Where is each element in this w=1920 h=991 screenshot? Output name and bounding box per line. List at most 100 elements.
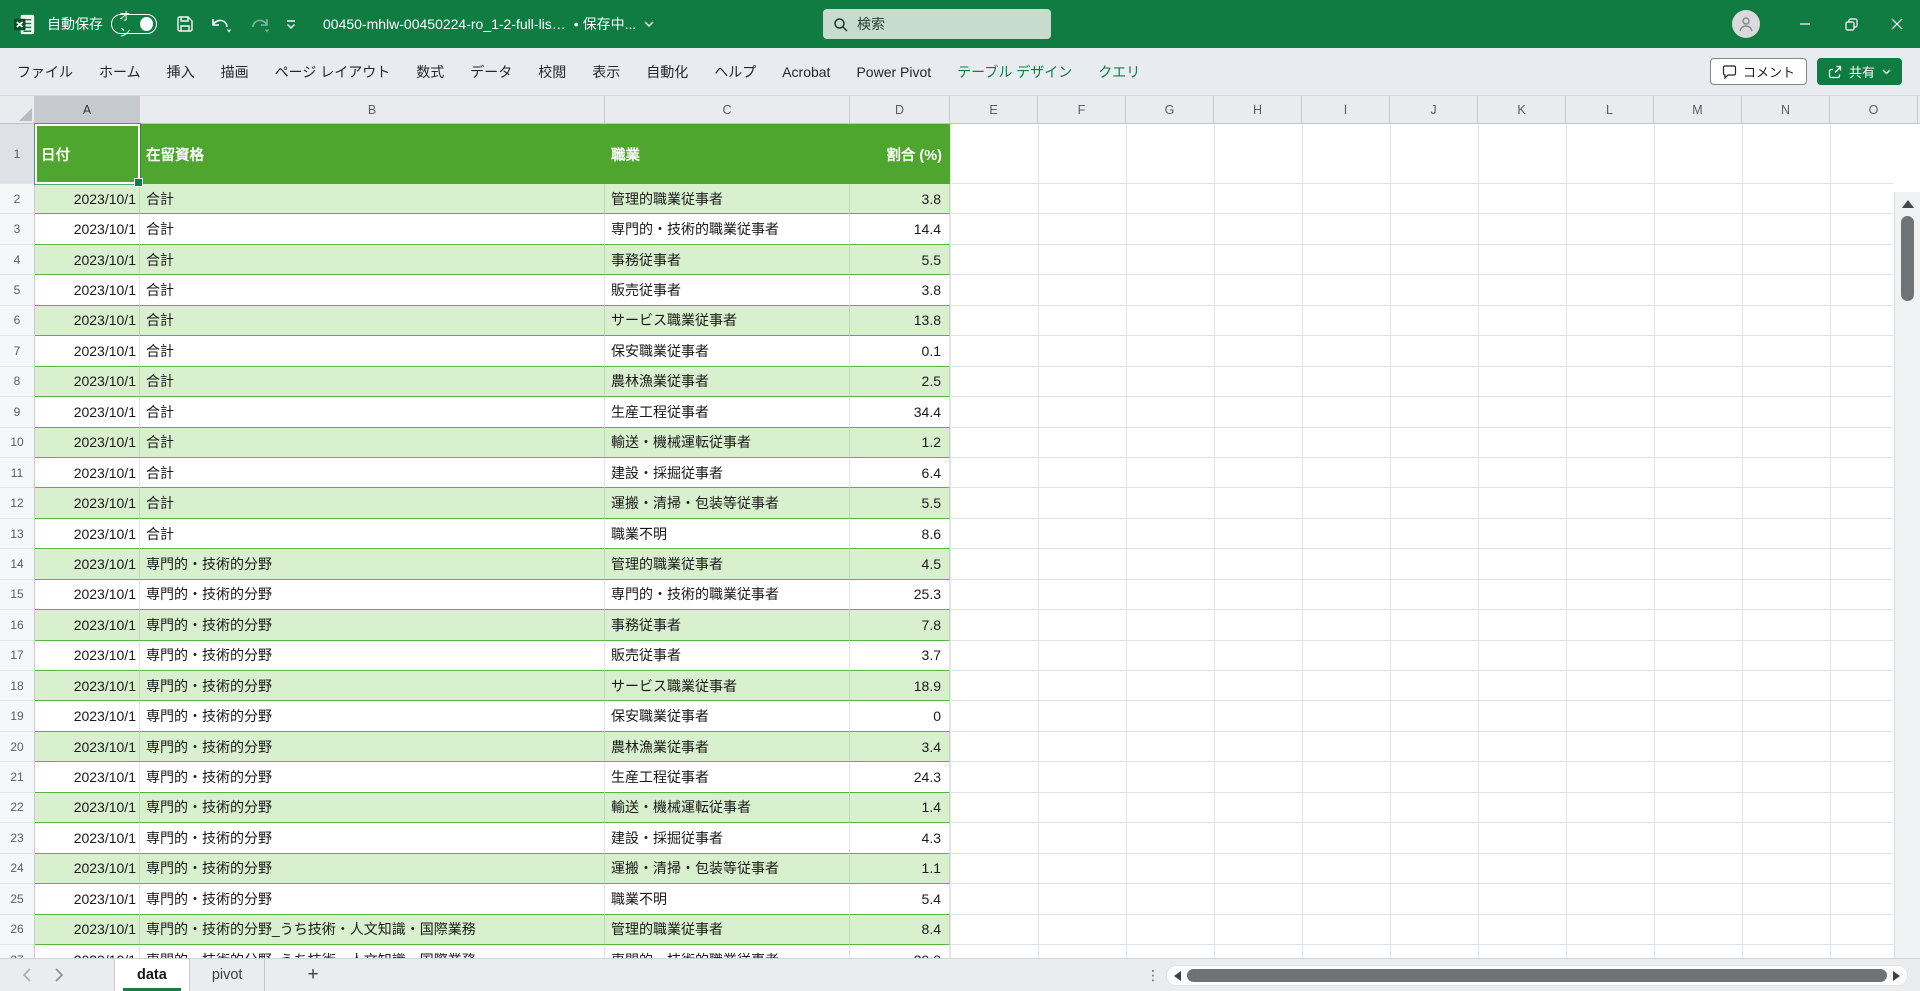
ribbon-tab-ヘルプ[interactable]: ヘルプ bbox=[701, 55, 769, 89]
row-header-12[interactable]: 12 bbox=[0, 488, 35, 518]
cell-percent[interactable]: 13.8 bbox=[850, 306, 950, 336]
search-input[interactable] bbox=[857, 16, 1027, 32]
cell-date[interactable]: 2023/10/1 bbox=[35, 519, 140, 549]
redo-button[interactable] bbox=[247, 15, 271, 33]
ribbon-tab-データ[interactable]: データ bbox=[457, 55, 525, 89]
cell-date[interactable]: 2023/10/1 bbox=[35, 762, 140, 792]
cell-residence-status[interactable]: 専門的・技術的分野 bbox=[140, 580, 605, 610]
comments-button[interactable]: コメント bbox=[1710, 58, 1807, 85]
cell-date[interactable]: 2023/10/1 bbox=[35, 397, 140, 427]
search-box[interactable] bbox=[823, 9, 1051, 39]
cell-residence-status[interactable]: 合計 bbox=[140, 488, 605, 518]
cell-residence-status[interactable]: 専門的・技術的分野 bbox=[140, 641, 605, 671]
cell-occupation[interactable]: 管理的職業従事者 bbox=[605, 549, 850, 579]
cell-date[interactable]: 2023/10/1 bbox=[35, 336, 140, 366]
cell-residence-status[interactable]: 合計 bbox=[140, 397, 605, 427]
empty-cells[interactable] bbox=[950, 915, 1893, 945]
cell-percent[interactable]: 3.8 bbox=[850, 184, 950, 214]
cell-date[interactable]: 2023/10/1 bbox=[35, 671, 140, 701]
avatar[interactable] bbox=[1732, 10, 1760, 38]
cell-occupation[interactable]: 農林漁業従事者 bbox=[605, 367, 850, 397]
cell-occupation[interactable]: 運搬・清掃・包装等従事者 bbox=[605, 854, 850, 884]
empty-cells[interactable] bbox=[950, 884, 1893, 914]
cell-percent[interactable]: 8.4 bbox=[850, 915, 950, 945]
empty-cells[interactable] bbox=[950, 184, 1893, 214]
horizontal-scrollbar-thumb[interactable] bbox=[1187, 969, 1887, 982]
cell-percent[interactable]: 1.2 bbox=[850, 428, 950, 458]
row-header-21[interactable]: 21 bbox=[0, 762, 35, 792]
cell-residence-status[interactable]: 合計 bbox=[140, 214, 605, 244]
row-header-1[interactable]: 1 bbox=[0, 124, 35, 184]
cell-date[interactable]: 2023/10/1 bbox=[35, 306, 140, 336]
cell-occupation[interactable]: 管理的職業従事者 bbox=[605, 915, 850, 945]
cell-residence-status[interactable]: 専門的・技術的分野 bbox=[140, 549, 605, 579]
column-header-D[interactable]: D bbox=[850, 96, 950, 123]
cell-percent[interactable]: 8.6 bbox=[850, 519, 950, 549]
cell-percent[interactable]: 34.4 bbox=[850, 397, 950, 427]
cell-percent[interactable]: 3.8 bbox=[850, 275, 950, 305]
column-header-I[interactable]: I bbox=[1302, 96, 1390, 123]
empty-cells[interactable] bbox=[950, 945, 1893, 958]
cell-residence-status[interactable]: 専門的・技術的分野 bbox=[140, 884, 605, 914]
column-header-E[interactable]: E bbox=[950, 96, 1038, 123]
cell-occupation[interactable]: 職業不明 bbox=[605, 884, 850, 914]
row-header-23[interactable]: 23 bbox=[0, 823, 35, 853]
ribbon-tab-自動化[interactable]: 自動化 bbox=[633, 55, 701, 89]
cell-residence-status[interactable]: 合計 bbox=[140, 458, 605, 488]
row-header-25[interactable]: 25 bbox=[0, 884, 35, 914]
cell-occupation[interactable]: 保安職業従事者 bbox=[605, 701, 850, 731]
cell-date[interactable]: 2023/10/1 bbox=[35, 245, 140, 275]
column-header-B[interactable]: B bbox=[140, 96, 605, 123]
cell-occupation[interactable]: サービス職業従事者 bbox=[605, 671, 850, 701]
cell-date[interactable]: 2023/10/1 bbox=[35, 488, 140, 518]
customize-qat-chevron-icon[interactable] bbox=[285, 18, 297, 30]
cell-occupation[interactable]: 販売従事者 bbox=[605, 275, 850, 305]
empty-cells[interactable] bbox=[950, 336, 1893, 366]
cell-occupation[interactable]: 専門的・技術的職業従事者 bbox=[605, 945, 850, 958]
cell-residence-status[interactable]: 合計 bbox=[140, 245, 605, 275]
cell-date[interactable]: 2023/10/1 bbox=[35, 580, 140, 610]
row-header-14[interactable]: 14 bbox=[0, 549, 35, 579]
empty-cells[interactable] bbox=[950, 823, 1893, 853]
cell-percent[interactable]: 24.3 bbox=[850, 762, 950, 792]
row-header-10[interactable]: 10 bbox=[0, 428, 35, 458]
ribbon-tab-挿入[interactable]: 挿入 bbox=[154, 55, 208, 89]
column-header-H[interactable]: H bbox=[1214, 96, 1302, 123]
cell-date[interactable]: 2023/10/1 bbox=[35, 428, 140, 458]
row-header-26[interactable]: 26 bbox=[0, 915, 35, 945]
cell-residence-status[interactable]: 合計 bbox=[140, 519, 605, 549]
cell-residence-status[interactable]: 合計 bbox=[140, 428, 605, 458]
empty-cells[interactable] bbox=[950, 793, 1893, 823]
cell-percent[interactable]: 5.5 bbox=[850, 488, 950, 518]
restore-button[interactable] bbox=[1828, 0, 1874, 48]
cell-percent[interactable]: 1.4 bbox=[850, 793, 950, 823]
scroll-left-arrow-icon[interactable] bbox=[1174, 971, 1181, 981]
cell-percent[interactable]: 14.4 bbox=[850, 214, 950, 244]
row-header-24[interactable]: 24 bbox=[0, 854, 35, 884]
vertical-scrollbar[interactable] bbox=[1894, 192, 1920, 958]
horizontal-scrollbar[interactable] bbox=[1166, 965, 1908, 986]
cell-occupation[interactable]: 専門的・技術的職業従事者 bbox=[605, 214, 850, 244]
cell-date[interactable]: 2023/10/1 bbox=[35, 884, 140, 914]
cell-occupation[interactable]: 職業不明 bbox=[605, 519, 850, 549]
share-button[interactable]: 共有 bbox=[1817, 58, 1902, 85]
row-header-27[interactable]: 27 bbox=[0, 945, 35, 958]
column-header-N[interactable]: N bbox=[1742, 96, 1830, 123]
cell-occupation[interactable]: 生産工程従事者 bbox=[605, 397, 850, 427]
cell-percent[interactable]: 39.8 bbox=[850, 945, 950, 958]
cell-residence-status[interactable]: 専門的・技術的分野 bbox=[140, 671, 605, 701]
cell-occupation[interactable]: 専門的・技術的職業従事者 bbox=[605, 580, 850, 610]
save-button[interactable] bbox=[175, 14, 195, 34]
cell-residence-status[interactable]: 専門的・技術的分野 bbox=[140, 732, 605, 762]
cell-residence-status[interactable]: 専門的・技術的分野 bbox=[140, 610, 605, 640]
close-button[interactable] bbox=[1874, 0, 1920, 48]
cell-occupation[interactable]: サービス職業従事者 bbox=[605, 306, 850, 336]
column-header-K[interactable]: K bbox=[1478, 96, 1566, 123]
cell-percent[interactable]: 5.4 bbox=[850, 884, 950, 914]
excel-app-icon[interactable] bbox=[12, 12, 37, 37]
cell-date[interactable]: 2023/10/1 bbox=[35, 854, 140, 884]
cell-percent[interactable]: 7.8 bbox=[850, 610, 950, 640]
table-header-percent[interactable]: 割合 (%) bbox=[850, 124, 950, 184]
cell-occupation[interactable]: 建設・採掘従事者 bbox=[605, 458, 850, 488]
empty-cells[interactable] bbox=[950, 124, 1893, 184]
